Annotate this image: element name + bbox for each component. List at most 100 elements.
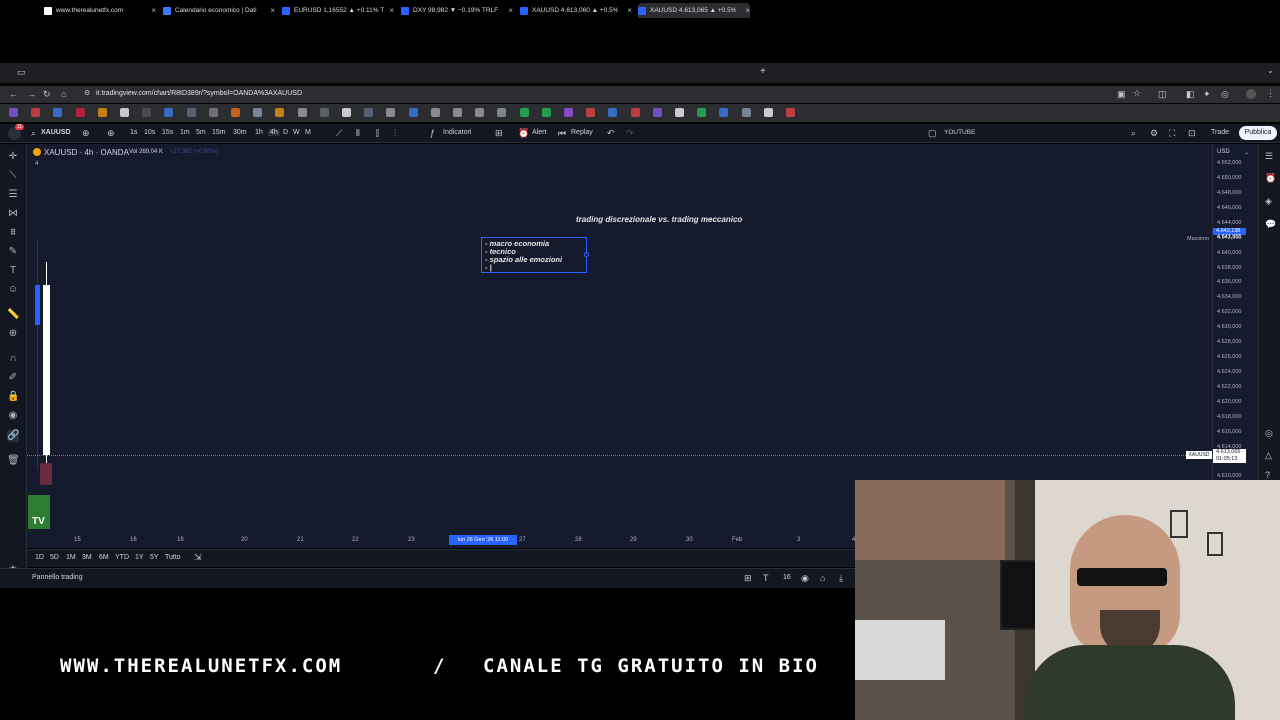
tradingview-logo[interactable]: TV [32, 516, 45, 527]
range-1m[interactable]: 1M [66, 554, 76, 561]
browser-tab[interactable]: EURUSD 1,16552 ▲ +0.11% T × [282, 3, 394, 18]
link-icon[interactable]: 🔗 [7, 430, 19, 442]
profile-avatar[interactable] [1246, 89, 1256, 99]
pattern-icon[interactable]: ⋈ [7, 208, 19, 220]
bookmark-icon[interactable] [786, 108, 795, 117]
settings-icon[interactable]: ⚙ [1150, 128, 1158, 139]
tab-menu-icon[interactable]: ⌄ [1267, 66, 1274, 75]
compare-icon[interactable]: ⊕ [82, 128, 90, 139]
bookmark-icon[interactable] [763, 108, 773, 117]
browser-tab[interactable]: www.therealunetfx.com × [44, 3, 156, 18]
bookmark-icon[interactable] [186, 108, 196, 117]
indicators-icon[interactable]: ƒ [430, 128, 435, 138]
bookmark-icon[interactable] [31, 108, 41, 117]
new-tab-button[interactable]: + [760, 66, 766, 77]
bookmark-icon[interactable] [652, 108, 662, 117]
range-ytd[interactable]: YTD [115, 554, 129, 561]
tab-overview-icon[interactable]: ▭ [17, 67, 26, 78]
symbol-search-icon[interactable]: ⌕ [31, 128, 36, 139]
bookmark-icon[interactable] [430, 108, 440, 117]
bookmark-icon[interactable] [75, 108, 85, 117]
range-1y[interactable]: 1Y [135, 554, 144, 561]
bookmark-icon[interactable] [253, 108, 263, 117]
bookmark-icon[interactable] [719, 108, 729, 117]
help-icon[interactable]: ? [1265, 470, 1270, 480]
trading-panel-tab[interactable]: Pannello trading [32, 574, 83, 581]
watchlist-icon[interactable]: ☰ [1265, 151, 1273, 162]
bookmark-icon[interactable] [475, 108, 485, 117]
symbol-name[interactable]: XAUUSD [41, 129, 71, 136]
bookmark-icon[interactable] [408, 108, 418, 117]
bookmark-icon[interactable] [275, 108, 285, 117]
interval-30m[interactable]: 30m [233, 129, 247, 136]
reload-icon[interactable]: ↻ [43, 89, 51, 100]
layout-name[interactable]: YOUTUBE [944, 129, 975, 136]
emoji-icon[interactable]: ☺ [7, 284, 19, 296]
tab-close-icon[interactable]: × [389, 6, 394, 15]
bookmark-icon[interactable] [519, 108, 529, 117]
bookmark-icon[interactable] [586, 108, 596, 117]
url-field[interactable]: it.tradingview.com/chart/R8tD389r/?symbo… [96, 90, 302, 97]
browser-menu-icon[interactable]: ⋮ [1266, 88, 1275, 99]
screenshot-icon[interactable]: ⊡ [1188, 128, 1196, 139]
bookmark-icon[interactable] [675, 108, 684, 117]
bookmark-icon[interactable] [120, 108, 129, 117]
text-box-drawing[interactable]: - macro economia - tecnico - spazio alle e… [481, 237, 587, 273]
brush-icon[interactable]: ✎ [7, 246, 19, 258]
interval-D[interactable]: D [283, 129, 288, 136]
eye-icon[interactable]: ◉ [801, 573, 809, 584]
interval-1h[interactable]: 1h [255, 129, 263, 136]
lock-icon[interactable]: 🔒 [7, 391, 19, 403]
quick-search-icon[interactable]: ⌕ [1131, 128, 1136, 139]
bookmark-icon[interactable] [342, 108, 351, 117]
tab-close-icon[interactable]: × [151, 6, 156, 15]
indicators-button[interactable]: Indicatori [443, 129, 471, 136]
range-6m[interactable]: 6M [99, 554, 109, 561]
currency-label[interactable]: USD [1217, 149, 1230, 155]
chart-pane[interactable] [27, 144, 1212, 534]
visibility-icon[interactable]: ◉ [7, 410, 19, 422]
browser-tab[interactable]: Calendario economico | Dati × [163, 3, 275, 18]
legend-title[interactable]: XAUUSD · 4h · OANDA [44, 148, 129, 157]
chat-icon[interactable]: 💬 [1265, 219, 1276, 230]
bookmark-icon[interactable] [386, 108, 396, 117]
bookmark-icon[interactable] [208, 108, 218, 117]
bookmark-icon[interactable] [142, 108, 152, 117]
back-icon[interactable]: ← [9, 89, 18, 99]
layout-split-icon[interactable]: ⊞ [744, 573, 752, 584]
goto-date-icon[interactable]: ⇲ [194, 552, 202, 563]
zoom-icon[interactable]: ⊕ [7, 328, 19, 340]
text-tool-icon[interactable]: T [7, 265, 19, 277]
site-info-icon[interactable]: ⚙ [84, 89, 90, 97]
redo-icon[interactable]: ↷ [626, 128, 634, 139]
undo-icon[interactable]: ↶ [607, 128, 615, 139]
candles-icon[interactable]: ⫿ [376, 128, 379, 139]
interval-15m[interactable]: 15m [212, 129, 226, 136]
templates-icon[interactable]: ⊞ [495, 128, 503, 139]
split-view-icon[interactable]: ◧ [1186, 89, 1195, 100]
pin-icon[interactable]: ✦ [1203, 89, 1211, 100]
range-tutto[interactable]: Tutto [165, 554, 181, 561]
text-drawing-heading[interactable]: trading discrezionale vs. trading meccan… [576, 215, 742, 224]
interval-1s[interactable]: 1s [130, 129, 137, 136]
bookmark-icon[interactable] [164, 108, 174, 117]
interval-4h[interactable]: 4h [268, 129, 280, 136]
bookmark-icon[interactable] [297, 108, 307, 117]
bookmark-icon[interactable] [541, 108, 551, 117]
bookmark-icon[interactable] [630, 108, 640, 117]
interval-15s[interactable]: 15s [162, 129, 173, 136]
interval-10s[interactable]: 10s [144, 129, 155, 136]
fullscreen-icon[interactable]: ⛶ [1169, 128, 1175, 139]
interval-1m[interactable]: 1m [180, 129, 190, 136]
resize-handle[interactable] [584, 252, 589, 257]
stay-drawing-icon[interactable]: ✐ [7, 372, 19, 384]
replay-icon[interactable]: ⏮ [558, 128, 566, 139]
bookmark-icon[interactable] [564, 108, 573, 117]
wallet-icon[interactable]: ◎ [1221, 89, 1229, 100]
interval-M[interactable]: M [305, 129, 311, 136]
crosshair-icon[interactable]: ✛ [7, 151, 19, 163]
ideas-icon[interactable]: △ [1265, 450, 1272, 461]
tab-close-icon[interactable]: × [508, 6, 513, 15]
trash-icon[interactable]: 🗑 [7, 455, 20, 467]
flag-marker[interactable] [40, 463, 52, 485]
